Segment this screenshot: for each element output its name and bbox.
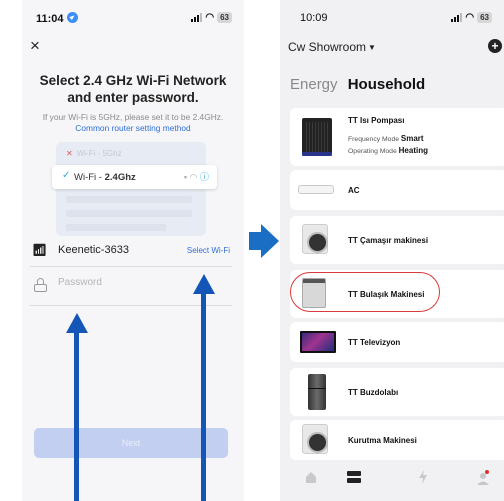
device-name: TT Isı Pompası [348, 116, 405, 125]
status-time: 11:04 [36, 12, 78, 25]
lock-small-icon: ▪ [183, 172, 188, 182]
check-icon: ✓ [62, 170, 71, 181]
devices-icon[interactable] [346, 470, 362, 484]
device-card-television[interactable]: TT Televizyon [290, 322, 504, 362]
status-bar: 11:04 ◠ 63 [22, 10, 244, 26]
television-icon [300, 331, 336, 353]
refrigerator-icon [302, 374, 334, 410]
wifi-status-icon: ◠ [465, 11, 475, 23]
subtitle-text: If your Wi-Fi is 5GHz, please set it to … [42, 112, 224, 122]
illustration-24ghz-row: ✓ Wi-Fi - 2.4Ghz ▪ ◠ ⓘ [52, 165, 217, 189]
energy-icon[interactable] [418, 470, 428, 484]
annotation-arrow-password [74, 332, 79, 501]
cellular-signal-icon [451, 13, 463, 22]
bottom-nav [280, 456, 504, 501]
device-status-line: Frequency Mode Smart [348, 134, 424, 143]
annotation-arrow-selectwifi [201, 293, 206, 501]
device-card-heat-pump[interactable]: TT Isı Pompası Frequency Mode Smart Oper… [290, 108, 504, 166]
tab-household[interactable]: Household [348, 76, 426, 93]
device-name: Kurutma Makinesi [348, 436, 417, 445]
dishwasher-highlight-ring [290, 272, 440, 312]
wifi-network-name: Keenetic-3633 [58, 244, 129, 256]
wifi-icon: 📶︎ [32, 243, 48, 257]
device-card-dryer[interactable]: Kurutma Makinesi [290, 420, 504, 460]
location-icon [66, 12, 78, 23]
composite-screenshot: 11:04 ◠ 63 × Select 2.4 GHz Wi-Fi Networ… [0, 0, 504, 501]
wifi-setup-screen: 11:04 ◠ 63 × Select 2.4 GHz Wi-Fi Networ… [22, 0, 244, 501]
cellular-signal-icon [191, 13, 203, 22]
lock-icon [34, 278, 47, 292]
annotation-arrow-password-head [66, 313, 88, 333]
next-button[interactable]: Next [34, 428, 228, 458]
device-name: TT Buzdolabı [348, 388, 399, 397]
home-icon[interactable] [304, 470, 318, 484]
profile-icon[interactable] [476, 470, 490, 486]
transition-arrow [249, 224, 279, 258]
annotation-arrow-selectwifi-head [193, 274, 215, 294]
page-subtitle: If your Wi-Fi is 5GHz, please set it to … [30, 112, 236, 134]
password-input[interactable] [58, 277, 208, 288]
caret-down-icon: ▼ [368, 43, 376, 52]
wifi-status-icon: ◠ [205, 11, 215, 23]
battery-icon: 63 [477, 12, 492, 23]
battery-icon: 63 [217, 12, 232, 23]
heat-pump-icon [302, 118, 334, 156]
dryer-icon [302, 424, 334, 454]
home-name: Cw Showroom [288, 40, 367, 54]
illustration-5ghz-prefix: Wi-Fi - [76, 149, 103, 158]
device-name: TT Televizyon [348, 338, 401, 347]
illustration-24ghz-prefix: Wi-Fi - [74, 172, 105, 183]
status-bar: 10:09 ◠ 63 [280, 10, 504, 26]
category-tabs: Energy Household [290, 76, 425, 93]
air-conditioner-icon [298, 183, 334, 194]
page-title: Select 2.4 GHz Wi-Fi Network and enter p… [39, 73, 227, 105]
select-wifi-link[interactable]: Select Wi-Fi [187, 246, 230, 255]
wifi-network-row[interactable]: 📶︎ Keenetic-3633 Select Wi-Fi [22, 238, 244, 262]
device-list-screen: 10:09 ◠ 63 Cw Showroom ▼ + Energy Househo… [280, 0, 504, 501]
info-icon: ⓘ [199, 172, 209, 182]
wifi-band-illustration: ✕ Wi-Fi - 5Ghz ✓ Wi-Fi - 2.4Ghz ▪ ◠ ⓘ [52, 142, 217, 238]
home-selector[interactable]: Cw Showroom ▼ [288, 40, 376, 54]
washing-machine-icon [302, 224, 334, 254]
device-name: TT Çamaşır makinesi [348, 236, 429, 245]
cross-icon: ✕ [66, 149, 73, 158]
illustration-5ghz-band: 5Ghz [102, 149, 122, 158]
device-card-ac[interactable]: AC [290, 170, 504, 210]
illustration-5ghz-row: ✕ Wi-Fi - 5Ghz [66, 149, 122, 158]
router-settings-link[interactable]: Common router setting method [75, 123, 190, 133]
add-device-button[interactable]: + [488, 39, 502, 53]
device-card-refrigerator[interactable]: TT Buzdolabı [290, 368, 504, 416]
wifi-small-icon: ◠ [189, 172, 198, 182]
device-name: AC [348, 186, 360, 195]
illustration-24ghz-band: 2.4Ghz [104, 172, 136, 183]
status-time: 10:09 [300, 12, 328, 24]
device-card-washing-machine[interactable]: TT Çamaşır makinesi [290, 216, 504, 264]
divider [30, 266, 232, 267]
tab-energy[interactable]: Energy [290, 76, 338, 93]
close-icon[interactable]: × [30, 36, 40, 56]
device-status-line: Operating Mode Heating [348, 146, 428, 155]
